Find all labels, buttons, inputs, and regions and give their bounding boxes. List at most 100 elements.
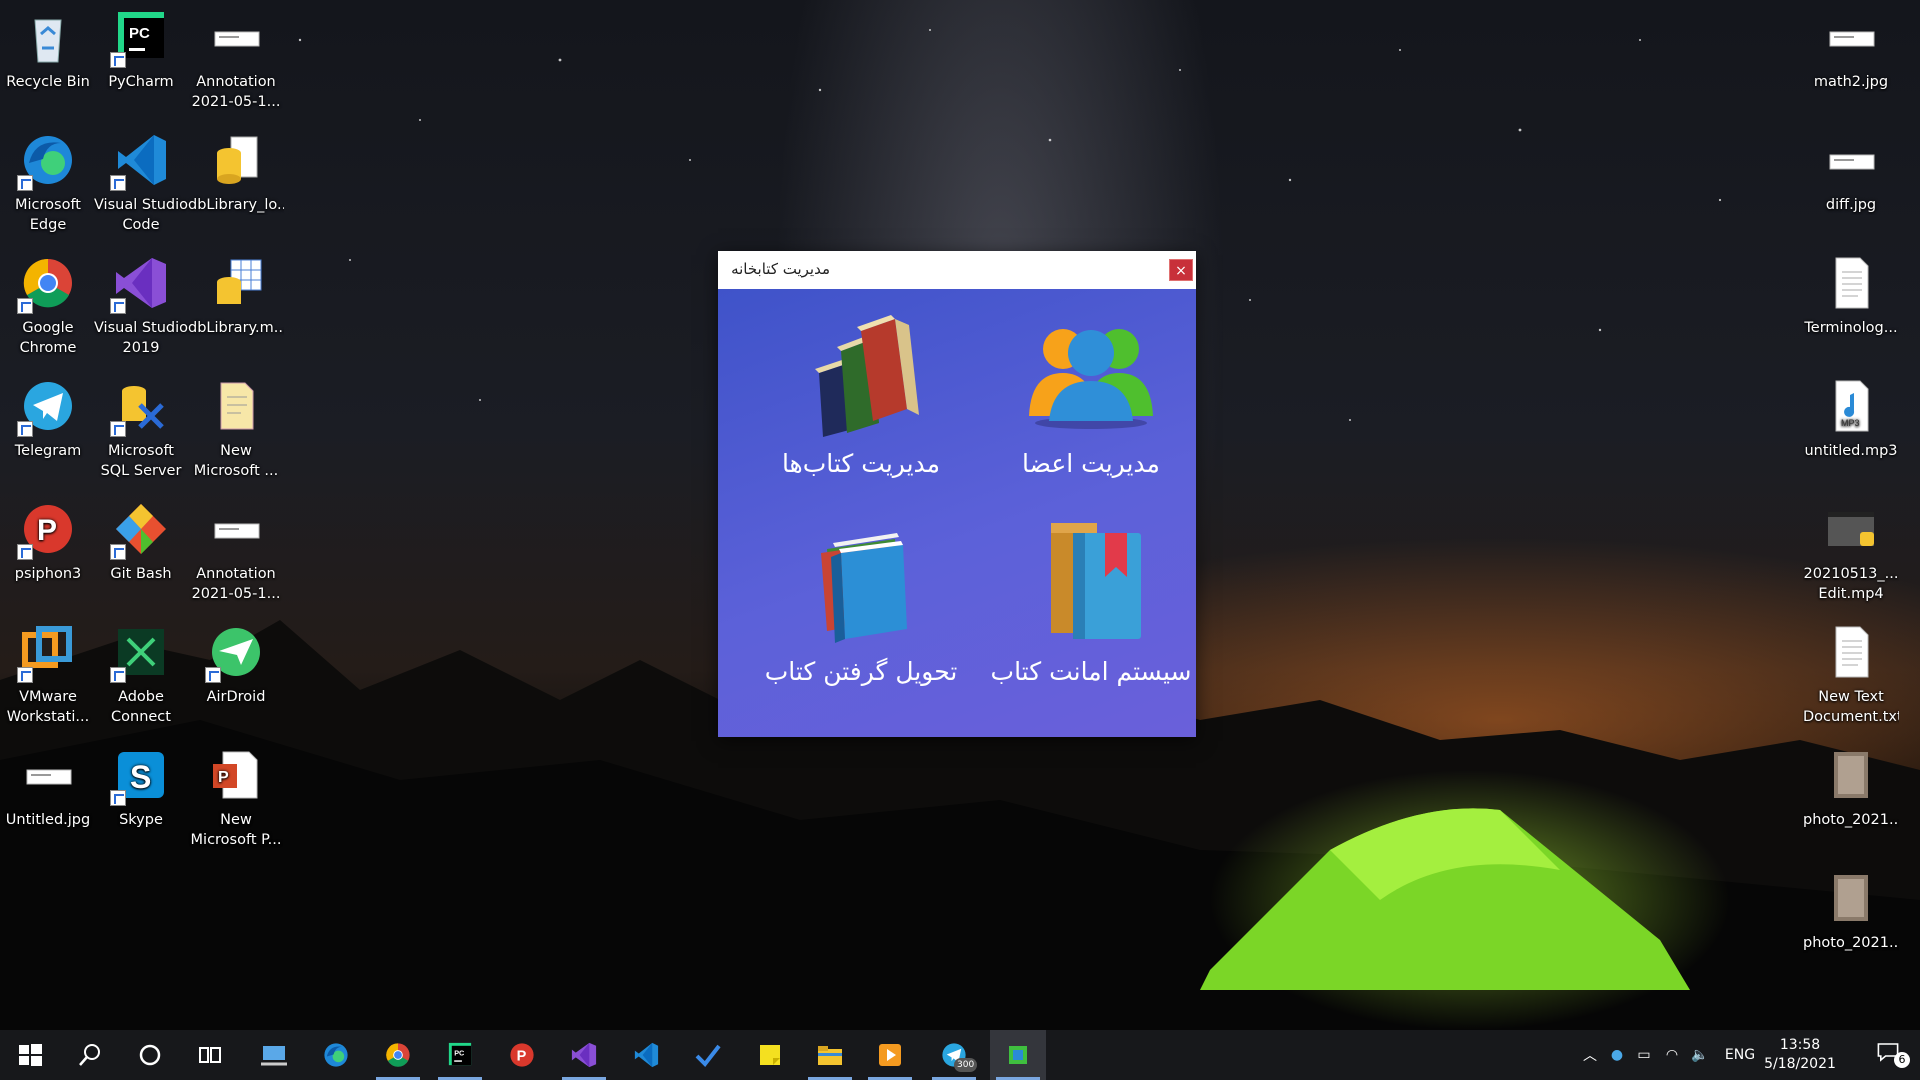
- taskbar-todo-button[interactable]: [680, 1030, 736, 1080]
- notifications-button[interactable]: 6: [1862, 1030, 1920, 1080]
- taskbar-start-button[interactable]: [2, 1030, 58, 1080]
- desktop-icon[interactable]: Terminolog...: [1803, 246, 1899, 364]
- clock-date: 5/18/2021: [1764, 1056, 1836, 1072]
- book-return-label: تحویل گرفتن کتاب: [764, 657, 958, 686]
- taskbar-file-explorer-button[interactable]: [802, 1030, 858, 1080]
- taskbar-chrome-button[interactable]: [370, 1030, 426, 1080]
- chevron-up-icon[interactable]: ︿: [1576, 1045, 1604, 1065]
- sql-server-icon: [110, 375, 172, 437]
- desktop-icon[interactable]: math2.jpg: [1803, 0, 1899, 118]
- adobe-connect-icon: [110, 621, 172, 683]
- desktop-icon[interactable]: Annotation 2021-05-1...: [188, 492, 284, 610]
- book-lending-label: سیستم امانت کتاب: [990, 657, 1192, 686]
- desktop-icon[interactable]: MP3 untitled.mp3: [1803, 369, 1899, 487]
- books-management-label: مدیریت کتاب‌ها: [781, 449, 941, 478]
- desktop-icon[interactable]: S Skype: [93, 738, 189, 856]
- bookmark-book-icon: [1051, 523, 1141, 639]
- vscode-icon: [634, 1042, 659, 1068]
- desktop-icon[interactable]: photo_2021...: [1803, 861, 1899, 979]
- desktop-icon-label: Untitled.jpg: [5, 812, 91, 828]
- desktop-icon[interactable]: New Text Document.txt: [1803, 615, 1899, 733]
- window-titlebar[interactable]: مدیریت کتابخانه ×: [718, 251, 1196, 289]
- todo-icon: [695, 1044, 721, 1068]
- desktop-icon-label: PyCharm: [108, 74, 174, 90]
- shortcut-arrow-icon: [110, 667, 126, 683]
- desktop-icon[interactable]: Microsoft Edge: [0, 123, 96, 241]
- close-button[interactable]: ×: [1169, 259, 1193, 281]
- taskbar-edge-button[interactable]: [308, 1030, 364, 1080]
- desktop-icon[interactable]: dbLibrary.m...: [188, 246, 284, 364]
- clock[interactable]: 13:58 5/18/2021: [1745, 1036, 1855, 1074]
- taskbar-computer-button[interactable]: [246, 1030, 302, 1080]
- wifi-icon[interactable]: ◠: [1658, 1047, 1686, 1063]
- taskbar-sticky-notes-button[interactable]: [742, 1030, 798, 1080]
- books-management-button[interactable]: مدیریت کتاب‌ها: [756, 311, 966, 511]
- battery-icon[interactable]: ▭: [1630, 1047, 1658, 1063]
- desktop-icon-label: Visual Studio Code: [93, 197, 189, 233]
- desktop-icon-label: Microsoft Edge: [15, 197, 81, 233]
- shortcut-arrow-icon: [110, 421, 126, 437]
- desktop-icon-label: photo_2021...: [1803, 812, 1899, 828]
- desktop-icon[interactable]: Ppsiphon3: [0, 492, 96, 610]
- edge-icon: [17, 129, 79, 191]
- svg-text:S: S: [130, 759, 151, 795]
- desktop-icon-label: Annotation 2021-05-1...: [191, 566, 281, 602]
- desktop-icon[interactable]: Google Chrome: [0, 246, 96, 364]
- desktop-icon-label: psiphon3: [14, 566, 82, 582]
- shortcut-arrow-icon: [17, 544, 33, 560]
- desktop-icon-label: Google Chrome: [19, 320, 77, 356]
- computer-icon: [261, 1046, 287, 1066]
- desktop-icon[interactable]: AirDroid: [188, 615, 284, 733]
- taskbar-media-player-button[interactable]: [862, 1030, 918, 1080]
- shortcut-arrow-icon: [17, 667, 33, 683]
- desktop-icon[interactable]: diff.jpg: [1803, 123, 1899, 241]
- desktop-icon[interactable]: 20210513_... Edit.mp4: [1803, 492, 1899, 610]
- desktop-icon-label: Microsoft SQL Server ...: [100, 443, 182, 479]
- taskbar-psiphon-button[interactable]: P: [494, 1030, 550, 1080]
- book-return-button[interactable]: تحویل گرفتن کتاب: [756, 519, 966, 719]
- desktop-icon[interactable]: Visual Studio Code: [93, 123, 189, 241]
- desktop-icon[interactable]: New Microsoft ...: [188, 369, 284, 487]
- skype-icon: S: [110, 744, 172, 806]
- desktop-icon[interactable]: VMware Workstati...: [0, 615, 96, 733]
- desktop-icon[interactable]: Adobe Connect: [93, 615, 189, 733]
- taskbar-task-view-button[interactable]: [182, 1030, 238, 1080]
- airdroid-icon: [205, 621, 267, 683]
- desktop-icon-label: Git Bash: [110, 566, 172, 582]
- task-view-icon: [199, 1047, 221, 1063]
- pycharm-icon: PC: [448, 1042, 472, 1066]
- taskbar-search-button[interactable]: [62, 1030, 118, 1080]
- telegram-tray-icon[interactable]: ●: [1604, 1047, 1630, 1063]
- database-table-icon: [205, 252, 267, 314]
- taskbar-cortana-button[interactable]: [122, 1030, 178, 1080]
- visual-studio-icon: [571, 1042, 597, 1068]
- taskbar-telegram-button[interactable]: 300: [926, 1030, 982, 1080]
- book-lending-button[interactable]: سیستم امانت کتاب: [986, 519, 1196, 719]
- desktop-icon[interactable]: dbLibrary_lo...: [188, 123, 284, 241]
- psiphon-icon: P: [17, 498, 79, 560]
- taskbar-pycharm-button[interactable]: PC: [432, 1030, 488, 1080]
- desktop-icon[interactable]: PC PyCharm: [93, 0, 189, 118]
- desktop-icon[interactable]: Git Bash: [93, 492, 189, 610]
- desktop-icon[interactable]: Microsoft SQL Server ...: [93, 369, 189, 487]
- desktop-icon[interactable]: photo_2021...: [1803, 738, 1899, 856]
- desktop-icon[interactable]: Telegram: [0, 369, 96, 487]
- desktop-icon[interactable]: Annotation 2021-05-1...: [188, 0, 284, 118]
- taskbar-visual-studio-button[interactable]: [556, 1030, 612, 1080]
- photo-file-icon: [1820, 744, 1882, 806]
- taskbar-library-app-button[interactable]: [990, 1030, 1046, 1080]
- desktop-icon[interactable]: Untitled.jpg: [0, 738, 96, 856]
- psiphon-icon: P: [510, 1043, 534, 1067]
- desktop-icon[interactable]: Recycle Bin: [0, 0, 96, 118]
- git-bash-icon: [110, 498, 172, 560]
- visual-studio-icon: [110, 252, 172, 314]
- shortcut-arrow-icon: [110, 52, 126, 68]
- telegram-unread-badge: 300: [954, 1058, 978, 1072]
- members-management-button[interactable]: مدیریت اعضا: [986, 311, 1196, 511]
- desktop-icon[interactable]: P New Microsoft P...: [188, 738, 284, 856]
- desktop-icon-label: VMware Workstati...: [6, 689, 90, 725]
- library-management-window[interactable]: مدیریت کتابخانه × مدیریت اعضا مدیریت کتا…: [718, 251, 1196, 737]
- desktop-icon[interactable]: Visual Studio 2019: [93, 246, 189, 364]
- taskbar-vscode-button[interactable]: [618, 1030, 674, 1080]
- volume-icon[interactable]: 🔈: [1686, 1047, 1714, 1063]
